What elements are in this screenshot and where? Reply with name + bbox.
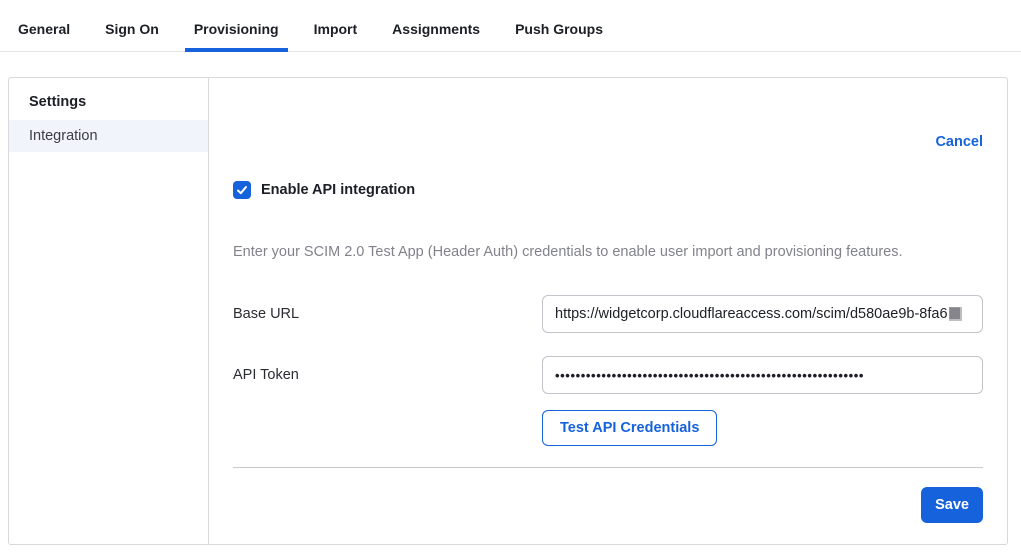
save-row: Save <box>233 487 983 523</box>
enable-api-checkbox[interactable] <box>233 181 251 199</box>
tab-assignments[interactable]: Assignments <box>383 21 489 51</box>
tab-push-groups[interactable]: Push Groups <box>506 21 612 51</box>
base-url-row: Base URL https://widgetcorp.cloudflareac… <box>233 295 983 333</box>
tab-provisioning[interactable]: Provisioning <box>185 21 288 51</box>
base-url-input[interactable]: https://widgetcorp.cloudflareaccess.com/… <box>542 295 983 333</box>
provisioning-card: Settings Integration Cancel Enable API i… <box>8 77 1008 545</box>
app-tab-bar: General Sign On Provisioning Import Assi… <box>0 0 1021 52</box>
tab-general[interactable]: General <box>9 21 79 51</box>
save-button[interactable]: Save <box>921 487 983 523</box>
api-token-masked-value: ••••••••••••••••••••••••••••••••••••••••… <box>555 368 864 383</box>
api-token-label: API Token <box>233 367 542 383</box>
tab-sign-on[interactable]: Sign On <box>96 21 168 51</box>
sidebar-header-settings: Settings <box>9 84 208 120</box>
test-api-credentials-button[interactable]: Test API Credentials <box>542 410 717 446</box>
enable-api-label: Enable API integration <box>261 182 415 198</box>
sidebar-item-integration[interactable]: Integration <box>9 120 208 152</box>
integration-settings-panel: Cancel Enable API integration Enter your… <box>209 78 1007 544</box>
base-url-label: Base URL <box>233 306 542 322</box>
api-token-input[interactable]: ••••••••••••••••••••••••••••••••••••••••… <box>542 356 983 394</box>
enable-api-row: Enable API integration <box>233 181 983 199</box>
text-overflow-artifact <box>949 307 962 321</box>
checkmark-icon <box>236 184 248 196</box>
base-url-value: https://widgetcorp.cloudflareaccess.com/… <box>555 306 948 322</box>
footer-divider <box>233 467 983 468</box>
settings-sidebar: Settings Integration <box>9 78 209 544</box>
credentials-description: Enter your SCIM 2.0 Test App (Header Aut… <box>233 244 983 261</box>
tab-import[interactable]: Import <box>305 21 367 51</box>
api-token-row: API Token ••••••••••••••••••••••••••••••… <box>233 356 983 394</box>
cancel-link[interactable]: Cancel <box>935 134 983 150</box>
